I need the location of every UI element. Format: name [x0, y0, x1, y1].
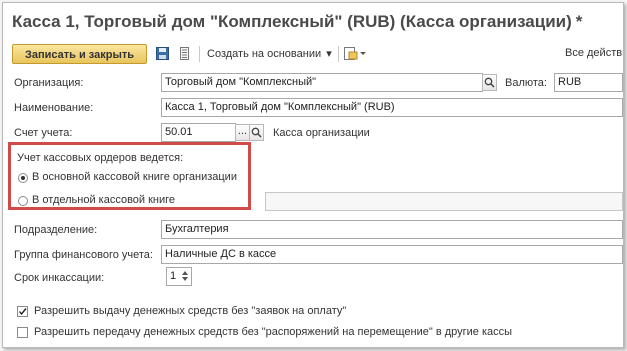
account-choose-button[interactable]: ...	[235, 124, 250, 141]
allow-transfer-checkbox[interactable]	[17, 327, 28, 338]
allow-issue-checkbox[interactable]	[17, 306, 28, 317]
organization-label: Организация:	[14, 77, 84, 89]
collection-period-value: 1	[170, 270, 177, 282]
department-field[interactable]: Бухгалтерия	[161, 220, 623, 239]
stepper-icon[interactable]	[181, 269, 189, 286]
all-actions-menu[interactable]: Все действи	[565, 47, 623, 59]
save-icon[interactable]	[156, 47, 169, 60]
cash-orders-group-label: Учет кассовых ордеров ведется:	[17, 152, 184, 164]
department-label: Подразделение:	[14, 224, 98, 236]
separate-cashbook-label[interactable]: В отдельной кассовой книге	[32, 194, 175, 206]
toolbar-separator	[338, 46, 339, 62]
organization-select-button[interactable]	[482, 74, 497, 91]
account-description: Касса организации	[273, 127, 370, 139]
separate-cashbook-field[interactable]	[265, 192, 623, 211]
organization-field[interactable]: Торговый дом "Комплексный"	[161, 73, 483, 92]
checkmark-icon	[18, 308, 27, 316]
name-field[interactable]: Касса 1, Торговый дом "Комплексный" (RUB…	[161, 98, 623, 117]
search-icon	[484, 77, 495, 88]
separate-cashbook-radio[interactable]	[18, 196, 28, 206]
print-menu-icon[interactable]	[344, 47, 366, 60]
name-label: Наименование:	[14, 102, 94, 114]
collection-period-label: Срок инкассации:	[14, 272, 105, 284]
search-icon	[251, 127, 262, 138]
main-cashbook-radio[interactable]	[18, 173, 28, 183]
create-based-on-label: Создать на основании	[207, 48, 322, 60]
toolbar-separator	[199, 46, 200, 62]
create-based-on-menu[interactable]: Создать на основании ▾	[207, 47, 332, 60]
account-search-button[interactable]	[249, 124, 264, 141]
main-cashbook-label[interactable]: В основной кассовой книге организации	[32, 171, 237, 183]
account-label: Счет учета:	[14, 127, 73, 139]
ellipsis-icon: ...	[237, 125, 248, 137]
account-field[interactable]: 50.01	[161, 123, 236, 142]
allow-issue-label[interactable]: Разрешить выдачу денежных средств без "з…	[34, 305, 346, 317]
window-title-text: Касса 1, Торговый дом "Комплексный" (RUB…	[12, 12, 572, 31]
window-title: Касса 1, Торговый дом "Комплексный" (RUB…	[12, 12, 582, 32]
dropdown-arrow-icon: ▾	[326, 48, 332, 60]
save-and-close-button[interactable]: Записать и закрыть	[12, 44, 147, 64]
finance-group-field[interactable]: Наличные ДС в кассе	[161, 245, 623, 264]
allow-transfer-label[interactable]: Разрешить передачу денежных средств без …	[34, 326, 512, 338]
document-form-window: Касса 1, Торговый дом "Комплексный" (RUB…	[2, 2, 624, 348]
currency-label: Валюта:	[505, 77, 547, 89]
document-list-icon[interactable]	[178, 47, 191, 60]
finance-group-label: Группа финансового учета:	[14, 249, 153, 261]
currency-field[interactable]: RUB	[554, 73, 623, 92]
modified-indicator: *	[575, 12, 583, 31]
toolbar: Записать и закрыть Создать на основании …	[3, 41, 623, 67]
